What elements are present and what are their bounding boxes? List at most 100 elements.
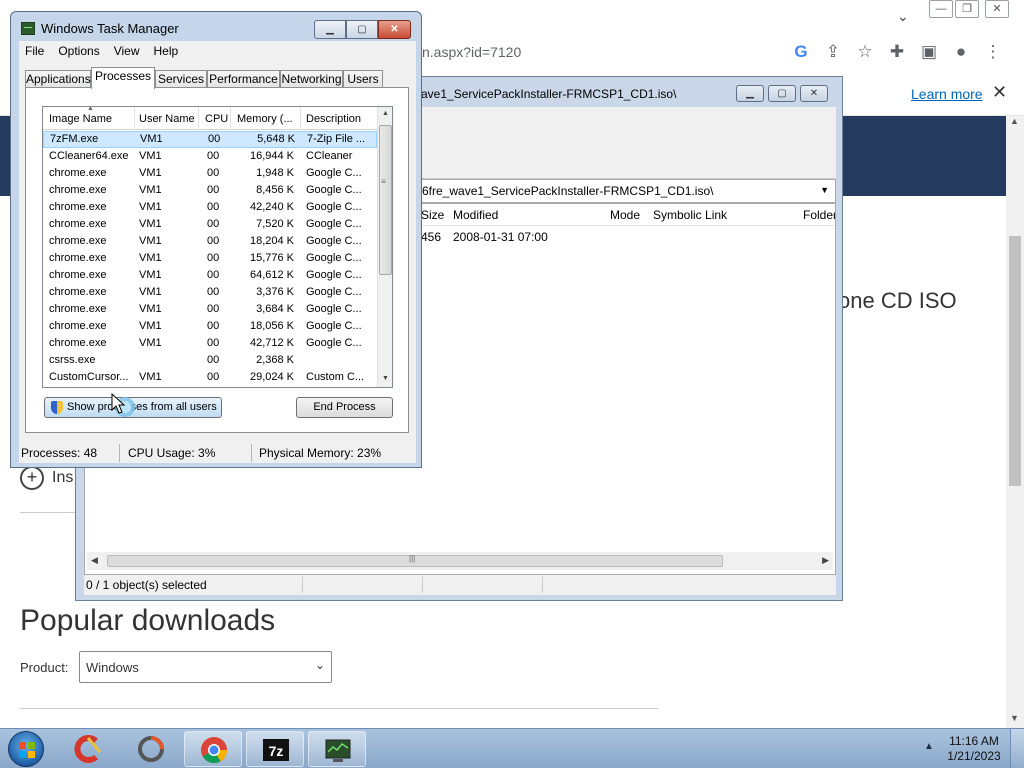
dropdown-arrow-icon[interactable]: ▼ (820, 185, 829, 195)
bookmark-star-icon[interactable]: ☆ (856, 42, 874, 62)
plus-circle-icon[interactable]: + (20, 466, 44, 490)
table-row[interactable]: chrome.exe VM1 00 3,684 K Google C... (43, 301, 377, 318)
table-row[interactable]: chrome.exe VM1 00 15,776 K Google C... (43, 250, 377, 267)
process-memory: 3,684 K (256, 303, 294, 315)
table-row[interactable]: chrome.exe VM1 00 42,712 K Google C... (43, 335, 377, 352)
table-row[interactable]: chrome.exe VM1 00 3,376 K Google C... (43, 284, 377, 301)
system-clock[interactable]: 11:16 AM 1/21/2023 (946, 734, 1002, 764)
column-folder[interactable]: Folder (803, 208, 835, 222)
product-select[interactable]: Windows ⌄ (79, 651, 332, 683)
table-row[interactable]: chrome.exe VM1 00 18,056 K Google C... (43, 318, 377, 335)
taskbar-chrome[interactable] (184, 731, 242, 767)
column-modified[interactable]: Modified (453, 208, 498, 222)
table-row[interactable]: csrss.exe 00 2,368 K (43, 352, 377, 369)
expand-details-row[interactable]: + Ins (20, 466, 73, 490)
column-cpu[interactable]: CPU (205, 113, 228, 125)
process-description: Custom C... (306, 371, 365, 383)
page-scrollbar[interactable]: ▲ ▼ (1006, 116, 1024, 728)
profile-avatar-icon[interactable]: ● (952, 42, 970, 62)
column-separator[interactable] (198, 107, 199, 130)
column-separator[interactable] (230, 107, 231, 130)
extensions-puzzle-icon[interactable]: ✚ (888, 42, 906, 62)
tab-applications[interactable]: Applications (25, 70, 91, 88)
menu-file[interactable]: File (25, 41, 44, 61)
taskbar-7zip[interactable]: 7z (246, 731, 304, 767)
table-row[interactable]: chrome.exe VM1 00 42,240 K Google C... (43, 199, 377, 216)
process-user-name: VM1 (139, 303, 162, 315)
process-image-name: chrome.exe (49, 337, 107, 349)
table-row[interactable]: chrome.exe VM1 00 64,612 K Google C... (43, 267, 377, 284)
column-user-name[interactable]: User Name (139, 113, 195, 125)
process-count: Processes: 48 (21, 446, 98, 460)
address-url[interactable]: n.aspx?id=7120 (422, 44, 521, 60)
table-row[interactable]: chrome.exe VM1 00 1,948 K Google C... (43, 165, 377, 182)
process-memory: 1,948 K (256, 167, 294, 179)
show-desktop-button[interactable] (1010, 729, 1024, 768)
browser-minimize-button[interactable]: — (929, 0, 953, 18)
close-icon[interactable]: ✕ (992, 82, 1007, 103)
scroll-up-arrow-icon[interactable]: ▲ (1010, 116, 1019, 126)
tab-users[interactable]: Users (343, 70, 383, 88)
column-separator[interactable] (300, 107, 301, 130)
google-icon[interactable]: G (792, 42, 810, 62)
table-row[interactable]: CCleaner64.exe VM1 00 16,944 K CCleaner (43, 148, 377, 165)
sevenzip-close-button[interactable]: ✕ (800, 85, 828, 102)
browser-restore-button[interactable]: ❐ (955, 0, 979, 18)
table-row[interactable]: 7zFM.exe VM1 00 5,648 K 7-Zip File ... (43, 131, 377, 148)
taskbar-ccleaner[interactable] (60, 731, 118, 767)
browser-menu-icon[interactable]: ⋮ (984, 42, 1002, 62)
tab-processes[interactable]: Processes (91, 67, 155, 89)
tab-performance[interactable]: Performance (207, 70, 280, 88)
process-image-name: chrome.exe (49, 252, 107, 264)
table-row[interactable]: chrome.exe VM1 00 18,204 K Google C... (43, 233, 377, 250)
browser-close-button[interactable]: ✕ (985, 0, 1009, 18)
menu-help[interactable]: Help (154, 41, 179, 61)
scroll-down-arrow-icon[interactable]: ▼ (1010, 713, 1019, 723)
process-cpu: 00 (207, 218, 220, 230)
process-cpu: 00 (208, 133, 221, 145)
table-row[interactable]: chrome.exe VM1 00 7,520 K Google C... (43, 216, 377, 233)
tm-minimize-button[interactable]: ▁ (314, 20, 346, 39)
process-scroll-thumb[interactable] (379, 125, 392, 275)
tm-maximize-button[interactable]: ▢ (346, 20, 378, 39)
end-process-button[interactable]: End Process (296, 397, 393, 418)
status-separator (422, 577, 423, 593)
taskbar-customcursor[interactable] (122, 731, 180, 767)
table-row[interactable]: chrome.exe VM1 00 8,456 K Google C... (43, 182, 377, 199)
scroll-down-arrow-icon[interactable]: ▼ (382, 375, 389, 382)
sevenzip-minimize-button[interactable]: ▁ (736, 85, 764, 102)
column-separator[interactable] (134, 107, 135, 130)
column-memory[interactable]: Memory (... (237, 113, 293, 125)
menu-options[interactable]: Options (58, 41, 99, 61)
process-memory: 3,376 K (256, 286, 294, 298)
start-button[interactable] (8, 731, 44, 767)
taskbar-task-manager[interactable] (308, 731, 366, 767)
sevenzip-maximize-button[interactable]: ▢ (768, 85, 796, 102)
column-description[interactable]: Description (306, 113, 361, 125)
tab-search-chevron-icon[interactable]: ⌄ (897, 8, 909, 25)
scroll-left-arrow-icon[interactable]: ◀ (91, 555, 98, 566)
show-hidden-icons-arrow-icon[interactable]: ▲ (924, 741, 934, 752)
column-size[interactable]: Size (421, 208, 444, 222)
table-row[interactable]: CustomCursor... VM1 00 29,024 K Custom C... (43, 369, 377, 386)
page-scroll-thumb[interactable] (1009, 236, 1021, 486)
sevenzip-horizontal-scrollbar[interactable]: ◀ ||| ▶ (87, 552, 833, 570)
process-list[interactable]: ▲ Image Name User Name CPU Memory (... D… (42, 106, 393, 388)
column-symbolic-link[interactable]: Symbolic Link (653, 208, 727, 222)
column-mode[interactable]: Mode (610, 208, 640, 222)
learn-more-link[interactable]: Learn more (911, 86, 983, 102)
scroll-right-arrow-icon[interactable]: ▶ (822, 555, 829, 566)
task-manager-body: Applications Processes Services Performa… (19, 61, 416, 443)
column-image-name[interactable]: Image Name (49, 113, 112, 125)
menu-view[interactable]: View (114, 41, 140, 61)
scroll-up-arrow-icon[interactable]: ▲ (382, 110, 389, 117)
uac-shield-icon (51, 401, 63, 414)
side-panel-icon[interactable]: ▣ (920, 42, 938, 62)
share-icon[interactable]: ⇪ (824, 42, 842, 62)
tab-services[interactable]: Services (155, 70, 207, 88)
tm-close-button[interactable]: ✕ (378, 20, 411, 39)
process-list-scrollbar[interactable]: ▲ ≡ ▼ (377, 107, 392, 387)
tab-networking[interactable]: Networking (280, 70, 343, 88)
process-description: Google C... (306, 320, 362, 332)
process-cpu: 00 (207, 201, 220, 213)
